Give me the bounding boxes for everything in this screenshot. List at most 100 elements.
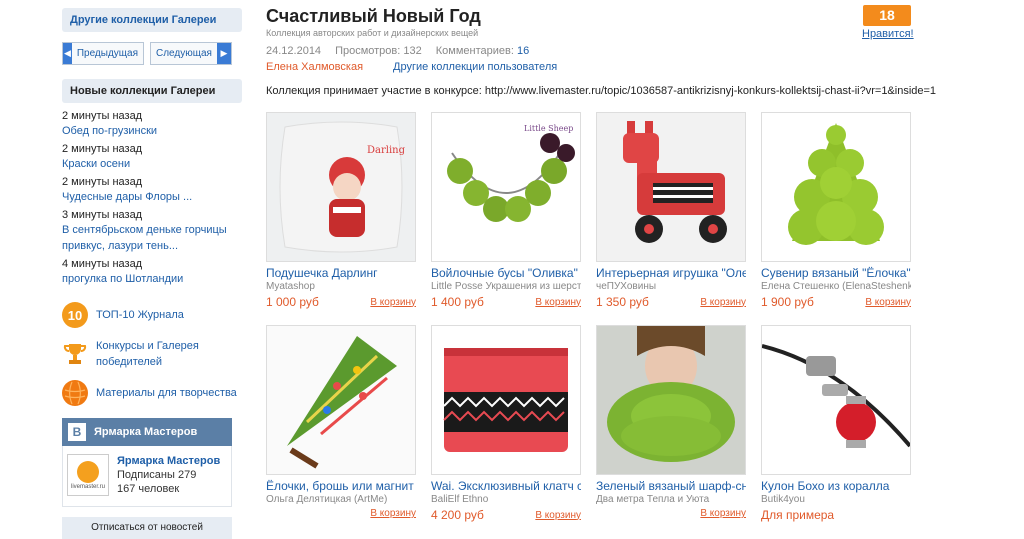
recent-time: 3 минуты назад [62,209,143,221]
recent-title-link[interactable]: Краски осени [62,156,242,172]
product-price-row: В корзину [596,508,746,519]
recent-title-link[interactable]: В сентябрьском деньке горчицы привкус, л… [62,222,242,254]
prev-label: Предыдущая [76,48,138,59]
add-to-cart-link[interactable]: В корзину [700,297,746,308]
author-link[interactable]: Елена Халмовская [266,61,363,73]
recent-time: 2 минуты назад [62,143,143,155]
page-subtitle: Коллекция авторских работ и дизайнерских… [266,28,479,38]
collection-date: 24.12.2014 [266,45,322,57]
svg-text:Darling: Darling [367,145,406,156]
product-title-link[interactable]: Войлочные бусы "Оливка" [431,266,581,280]
product-seller-link[interactable]: Myatashop [266,281,416,292]
vk-widget: B Ярмарка Мастеров livemaster.ru Ярмарка… [62,404,232,539]
product-image-coral-pendant[interactable] [761,325,911,475]
arrow-left-icon: ◀ [63,43,72,64]
product-title-link[interactable]: Сувенир вязаный "Ёлочка" [761,266,911,280]
product-price-row: 1 350 руб В корзину [596,295,746,309]
materials-link[interactable]: Материалы для творчества [62,380,242,406]
add-to-cart-link[interactable]: В корзину [535,297,581,308]
product-card[interactable]: Кулон Бохо из коралла Butik4you Для прим… [761,325,911,522]
product-seller-link[interactable]: Little Posse Украшения из шерсти [431,281,581,292]
comments-link[interactable]: 16 [517,45,529,57]
next-button[interactable]: Следующая ▶ [150,42,232,65]
product-price: 1 000 руб [266,295,319,309]
vk-subscribers: Подписаны 279 167 человек [117,469,197,495]
recent-time: 2 минуты назад [62,176,143,188]
product-card[interactable]: Сувенир вязаный "Ёлочка" Елена Стешенко … [761,112,911,309]
product-title-link[interactable]: Зеленый вязаный шарф-снуд [596,479,746,493]
like-button[interactable]: Нравится! [862,28,914,40]
product-image-clutch[interactable] [431,325,581,475]
comments-label: Комментариев: [435,45,514,57]
list-item: 2 минуты назад Краски осени [62,142,242,172]
product-card[interactable]: Зеленый вязаный шарф-снуд Два метра Тепл… [596,325,746,522]
views-count: Просмотров: 132 [335,45,422,57]
collection-meta: 24.12.2014 Просмотров: 132 Комментариев:… [266,45,529,57]
product-seller-link[interactable]: BaliElf Ethno [431,494,581,505]
feature-links: 10 ТОП-10 Журнала Конкурсы и Галерея поб… [62,296,242,406]
unsubscribe-button[interactable]: Отписаться от новостей [62,517,232,539]
add-to-cart-link[interactable]: В корзину [370,297,416,308]
vk-group-name[interactable]: Ярмарка Мастеров [117,454,220,468]
add-to-cart-link[interactable]: В корзину [700,508,746,519]
product-card[interactable]: Darling Подушечка Дарлинг Myatashop 1 00… [266,112,416,309]
product-image-pillow[interactable]: Darling [266,112,416,262]
product-card[interactable]: Ёлочки, брошь или магнит Ольга Делятицка… [266,325,416,522]
vk-header[interactable]: B Ярмарка Мастеров [62,418,232,446]
prev-button[interactable]: ◀ Предыдущая [62,42,144,65]
contests-link[interactable]: Конкурсы и Галерея победителей [62,338,242,370]
product-price-row: 4 200 руб В корзину [431,508,581,522]
materials-label: Материалы для творчества [96,387,237,399]
other-user-collections-link[interactable]: Другие коллекции пользователя [393,61,557,73]
page-title: Счастливый Новый Год [266,6,481,26]
yarn-ball-icon [62,380,88,406]
add-to-cart-link[interactable]: В корзину [370,508,416,519]
product-price: Для примера [761,508,835,522]
next-label: Следующая [156,48,212,59]
author-row: Елена Халмовская Другие коллекции пользо… [266,61,557,73]
contest-info[interactable]: Коллекция принимает участие в конкурсе: … [266,85,936,97]
contests-label: Конкурсы и Галерея победителей [96,340,199,368]
like-count[interactable]: 18 [863,5,911,26]
product-seller-link[interactable]: Ольга Делятицкая (ArtMe) [266,494,416,505]
top10-link[interactable]: 10 ТОП-10 Журнала [62,302,242,328]
other-collections-link[interactable]: Другие коллекции Галереи [62,8,242,32]
product-price-row: 1 900 руб В корзину [761,295,911,309]
list-item: 3 минуты назад В сентябрьском деньке гор… [62,208,242,254]
product-card[interactable]: Интерьерная игрушка "Олень" чеПУХовины 1… [596,112,746,309]
product-price-row: В корзину [266,508,416,519]
product-title-link[interactable]: Wai. Эксклюзивный клатч с вышивкой [431,479,581,493]
comments-count: Комментариев: 16 [436,45,529,57]
vk-group-avatar[interactable]: livemaster.ru [67,454,109,496]
product-title-link[interactable]: Кулон Бохо из коралла [761,479,911,493]
product-price: 1 350 руб [596,295,649,309]
recent-title-link[interactable]: прогулка по Шотландии [62,271,242,287]
product-image-crochet-tree[interactable] [761,112,911,262]
product-image-tree-brooch[interactable] [266,325,416,475]
add-to-cart-link[interactable]: В корзину [535,510,581,521]
list-item: 2 минуты назад Чудесные дары Флоры ... [62,175,242,205]
product-image-beads[interactable]: Little Sheep [431,112,581,262]
vk-thumb-caption: livemaster.ru [70,483,105,490]
product-seller-link[interactable]: Елена Стешенко (ElenaSteshenko) [761,281,911,292]
product-image-deer-toy[interactable] [596,112,746,262]
vk-group-info: Ярмарка Мастеров Подписаны 279 167 челов… [117,454,220,498]
recent-title-link[interactable]: Чудесные дары Флоры ... [62,189,242,205]
product-title-link[interactable]: Интерьерная игрушка "Олень" [596,266,746,280]
svg-text:Little Sheep: Little Sheep [524,124,573,133]
product-seller-link[interactable]: Два метра Тепла и Уюта [596,494,746,505]
product-card[interactable]: Little Sheep Войлочные бусы "Оливка" Lit… [431,112,581,309]
add-to-cart-link[interactable]: В корзину [865,297,911,308]
product-price: 1 900 руб [761,295,814,309]
product-price-row: 1 000 руб В корзину [266,295,416,309]
product-image-snood[interactable] [596,325,746,475]
product-title-link[interactable]: Подушечка Дарлинг [266,266,416,280]
product-card[interactable]: Wai. Эксклюзивный клатч с вышивкой BaliE… [431,325,581,522]
product-seller-link[interactable]: чеПУХовины [596,281,746,292]
collection-nav: ◀ Предыдущая Следующая ▶ [62,42,232,65]
recent-title-link[interactable]: Обед по-грузински [62,123,242,139]
product-seller-link[interactable]: Butik4you [761,494,911,505]
product-title-link[interactable]: Ёлочки, брошь или магнит [266,479,416,493]
product-price-row: Для примера [761,508,911,522]
top10-badge-icon: 10 [62,302,88,328]
